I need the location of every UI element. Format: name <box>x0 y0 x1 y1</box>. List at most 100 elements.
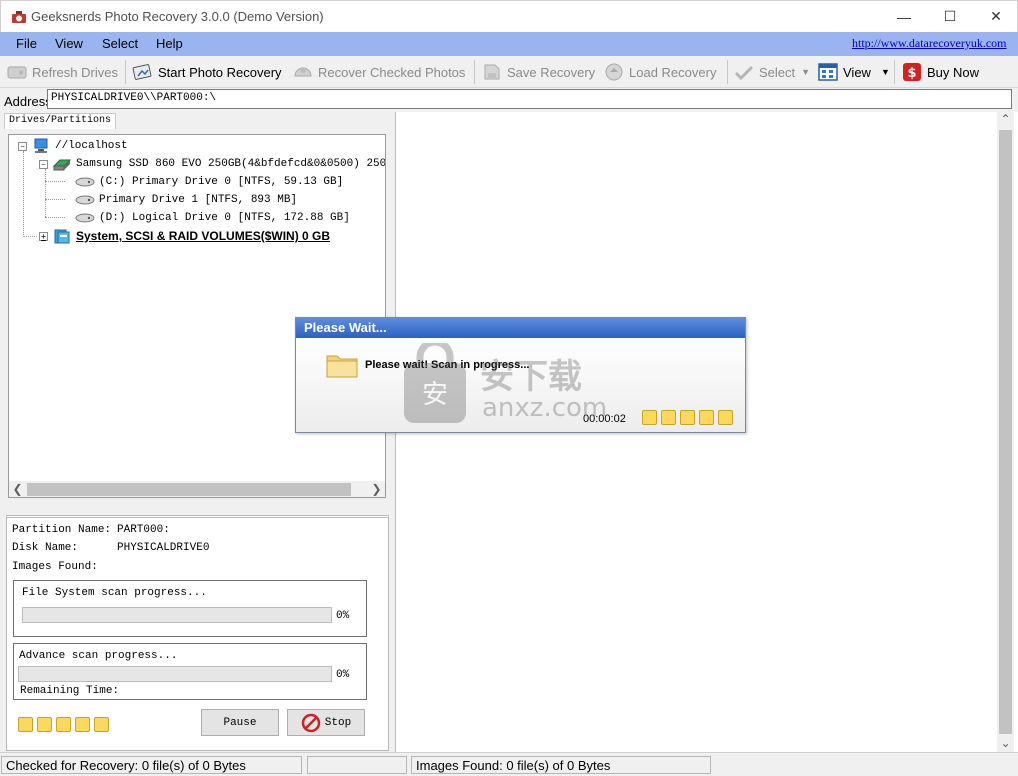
tab-drives-partitions[interactable]: Drives/Partitions <box>4 113 116 129</box>
remaining-time-label: Remaining Time: <box>20 685 120 697</box>
activity-indicator-square <box>718 410 733 425</box>
start-recovery-icon <box>132 64 152 80</box>
activity-indicator-square <box>18 717 33 732</box>
folder-icon <box>326 355 358 378</box>
toolbar-separator <box>125 60 126 84</box>
chevron-down-icon: ▼ <box>880 67 890 77</box>
recover-checked-photos-button[interactable]: Recover Checked Photos <box>292 60 465 84</box>
dialog-body: Please wait! Scan in progress... 00:00:0… <box>296 338 745 432</box>
partition-name-label: Partition Name: <box>12 524 112 536</box>
scroll-up-icon[interactable]: ⌃ <box>997 112 1014 126</box>
save-recovery-label: Save Recovery <box>507 64 596 80</box>
tree-connector <box>23 236 37 237</box>
scroll-left-icon[interactable]: ❮ <box>9 482 26 496</box>
recover-icon <box>294 67 312 77</box>
computer-icon <box>34 138 48 153</box>
select-icon <box>734 65 754 81</box>
activity-indicator-square <box>56 717 71 732</box>
refresh-drives-label: Refresh Drives <box>32 64 118 80</box>
images-found-status: Images Found: 0 file(s) of 0 Bytes <box>411 756 711 774</box>
scrollbar-thumb[interactable] <box>27 483 351 496</box>
elapsed-timer: 00:00:02 <box>583 413 626 425</box>
partition-name-value: PART000: <box>117 524 170 536</box>
toolbar-separator <box>894 60 895 84</box>
view-label: View <box>843 64 871 80</box>
load-icon <box>605 63 623 81</box>
vertical-scrollbar[interactable]: ⌃ ⌄ <box>997 112 1014 752</box>
start-photo-recovery-label: Start Photo Recovery <box>158 64 282 80</box>
advance-scan-progress-percent: 0% <box>336 669 350 681</box>
dollar-icon: $ <box>903 63 921 81</box>
minimize-button[interactable]: — <box>881 1 927 32</box>
menu-select[interactable]: Select <box>102 36 138 51</box>
save-icon <box>484 64 500 80</box>
advance-scan-group: Advance scan progress... 0% Remaining Ti… <box>13 643 367 700</box>
collapse-icon[interactable]: − <box>39 159 48 169</box>
refresh-drives-button[interactable]: Refresh Drives <box>6 60 118 84</box>
buy-now-button[interactable]: $ Buy Now <box>901 60 979 84</box>
tree-label-disk: Samsung SSD 860 EVO 250GB(4&bfdefcd&0&05… <box>76 158 386 170</box>
window-title: Geeksnerds Photo Recovery 3.0.0 (Demo Ve… <box>31 9 324 24</box>
pause-button[interactable]: Pause <box>201 709 279 736</box>
recover-checked-photos-label: Recover Checked Photos <box>318 64 466 80</box>
save-recovery-button[interactable]: Save Recovery <box>481 60 595 84</box>
activity-indicator-square <box>661 410 676 425</box>
scrollbar-thumb[interactable] <box>999 130 1012 734</box>
menu-view[interactable]: View <box>55 36 83 51</box>
raid-volume-icon <box>54 229 70 244</box>
stop-button[interactable]: Stop <box>287 709 365 736</box>
scan-info-panel: Partition Name: PART000: Disk Name: PHYS… <box>6 515 389 751</box>
tree-connector <box>23 151 24 237</box>
horizontal-scrollbar[interactable]: ❮ ❯ <box>9 481 385 497</box>
address-label: Address <box>4 94 52 109</box>
tree-node-partition[interactable]: Primary Drive 1 [NTFS, 893 MB] <box>75 192 297 208</box>
drive-icon <box>75 177 95 187</box>
dialog-title: Please Wait... <box>296 318 745 338</box>
file-system-progress-percent: 0% <box>336 610 350 622</box>
collapse-icon[interactable]: − <box>18 141 27 151</box>
file-system-progress-bar <box>22 607 332 623</box>
title-bar: Geeksnerds Photo Recovery 3.0.0 (Demo Ve… <box>0 0 1018 32</box>
tree-node-volumes[interactable]: + System, SCSI & RAID VOLUMES($WIN) 0 GB <box>39 228 330 244</box>
scroll-right-icon[interactable]: ❯ <box>368 482 385 496</box>
activity-indicator-square <box>94 717 109 732</box>
close-button[interactable]: ✕ <box>973 1 1018 32</box>
menu-bar: File View Select Help http://www.datarec… <box>0 32 1018 56</box>
stop-label: Stop <box>324 716 352 729</box>
select-button[interactable]: Select ▼ <box>733 60 810 84</box>
tree-label-partition: (D:) Logical Drive 0 [NTFS, 172.88 GB] <box>99 212 350 224</box>
file-system-scan-group: File System scan progress... 0% <box>13 580 367 637</box>
tree-label-localhost: //localhost <box>55 140 128 152</box>
disk-icon <box>52 159 72 171</box>
tree-label-partition: (C:) Primary Drive 0 [NTFS, 59.13 GB] <box>99 176 344 188</box>
tree-connector <box>45 217 65 218</box>
chevron-down-icon: ▼ <box>801 67 811 77</box>
menu-help[interactable]: Help <box>156 36 183 51</box>
maximize-button[interactable]: ☐ <box>927 1 973 32</box>
expand-icon[interactable]: + <box>39 231 48 241</box>
address-input[interactable]: PHYSICALDRIVE0\\PART000:\ <box>47 89 1012 109</box>
drive-icon <box>75 195 95 205</box>
view-grid-icon <box>818 63 838 81</box>
please-wait-dialog: Please Wait... Please wait! Scan in prog… <box>295 317 746 433</box>
menu-file[interactable]: File <box>16 36 37 51</box>
status-bar: Checked for Recovery: 0 file(s) of 0 Byt… <box>0 752 1018 776</box>
address-bar: Address PHYSICALDRIVE0\\PART000:\ <box>0 88 1018 112</box>
tree-node-partition[interactable]: (C:) Primary Drive 0 [NTFS, 59.13 GB] <box>75 174 343 190</box>
view-button[interactable]: View ▼ <box>817 60 890 84</box>
tree-node-partition[interactable]: (D:) Logical Drive 0 [NTFS, 172.88 GB] <box>75 210 350 226</box>
load-recovery-button[interactable]: Load Recovery <box>603 60 716 84</box>
start-photo-recovery-button[interactable]: Start Photo Recovery <box>132 60 282 84</box>
tree-node-disk[interactable]: − Samsung SSD 860 EVO 250GB(4&bfdefcd&0&… <box>39 156 386 172</box>
scroll-down-icon[interactable]: ⌄ <box>997 736 1014 750</box>
tree-node-localhost[interactable]: − //localhost <box>18 138 128 154</box>
load-recovery-label: Load Recovery <box>629 64 717 80</box>
checked-for-recovery-status: Checked for Recovery: 0 file(s) of 0 Byt… <box>1 756 302 774</box>
tree-connector <box>45 181 65 182</box>
website-link[interactable]: http://www.datarecoveryuk.com <box>852 36 1016 51</box>
activity-indicator-square <box>642 410 657 425</box>
advance-scan-progress-bar <box>18 666 332 682</box>
drives-tree: − //localhost − Samsung SSD 860 EVO 250G… <box>8 134 386 498</box>
tree-connector <box>45 169 46 217</box>
tree-label-volumes: System, SCSI & RAID VOLUMES($WIN) 0 GB <box>76 229 331 243</box>
